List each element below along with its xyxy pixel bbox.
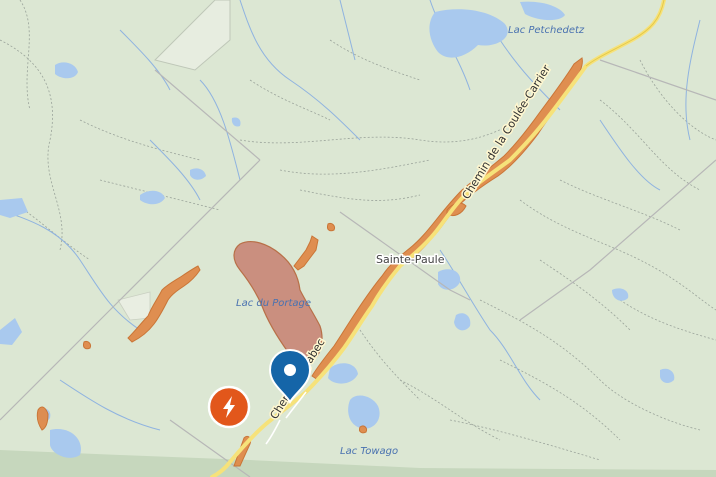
label-lac-petchedetz: Lac Petchedetz <box>508 25 585 36</box>
map-canvas[interactable]: Lac Petchedetz Lac du Portage Sainte-Pau… <box>0 0 716 477</box>
label-lac-towago: Lac Towago <box>340 446 398 457</box>
label-sainte-paule: Sainte-Paule <box>376 253 445 266</box>
lightning-bolt-icon[interactable] <box>207 385 251 429</box>
label-lac-du-portage: Lac du Portage <box>236 298 311 309</box>
